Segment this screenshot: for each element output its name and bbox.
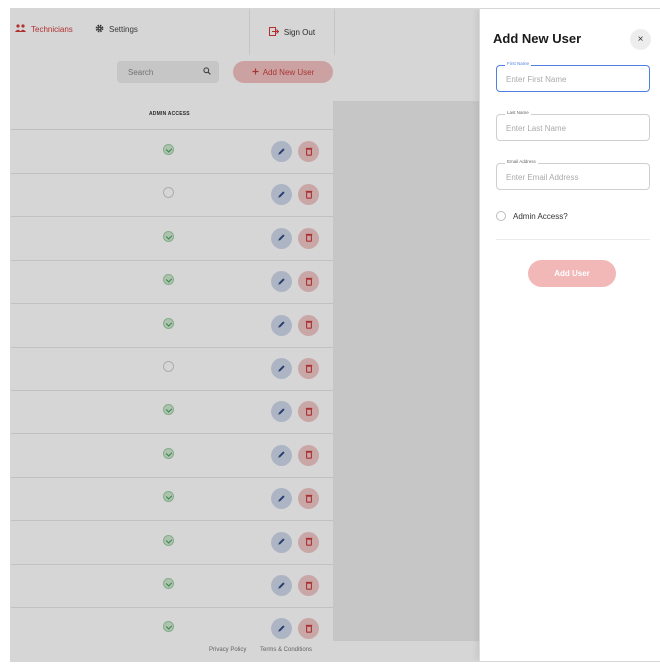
screen: Technicians Settings Sign Out Search Add…	[10, 8, 660, 662]
email-input[interactable]	[506, 171, 642, 183]
close-icon: ×	[637, 34, 644, 45]
first-name-field[interactable]: First Name	[496, 61, 650, 92]
admin-access-radio[interactable]	[496, 211, 506, 221]
last-name-field[interactable]: Last Name	[496, 110, 650, 141]
last-name-input[interactable]	[506, 122, 642, 134]
email-label: Email Address	[505, 159, 538, 164]
admin-access-option[interactable]: Admin Access?	[496, 211, 568, 221]
first-name-label: First Name	[505, 61, 532, 66]
add-user-label: Add User	[554, 269, 590, 278]
panel-title: Add New User	[493, 31, 582, 46]
close-button[interactable]: ×	[630, 29, 651, 50]
add-user-panel: Add New User × First Name Last Name Emai…	[479, 9, 660, 661]
email-field[interactable]: Email Address	[496, 159, 650, 190]
divider	[496, 239, 650, 240]
modal-backdrop[interactable]	[11, 9, 479, 661]
admin-access-label: Admin Access?	[513, 211, 568, 221]
main-app: Technicians Settings Sign Out Search Add…	[11, 9, 479, 661]
first-name-input[interactable]	[506, 73, 642, 85]
last-name-label: Last Name	[505, 110, 531, 115]
add-user-button[interactable]: Add User	[528, 260, 616, 287]
